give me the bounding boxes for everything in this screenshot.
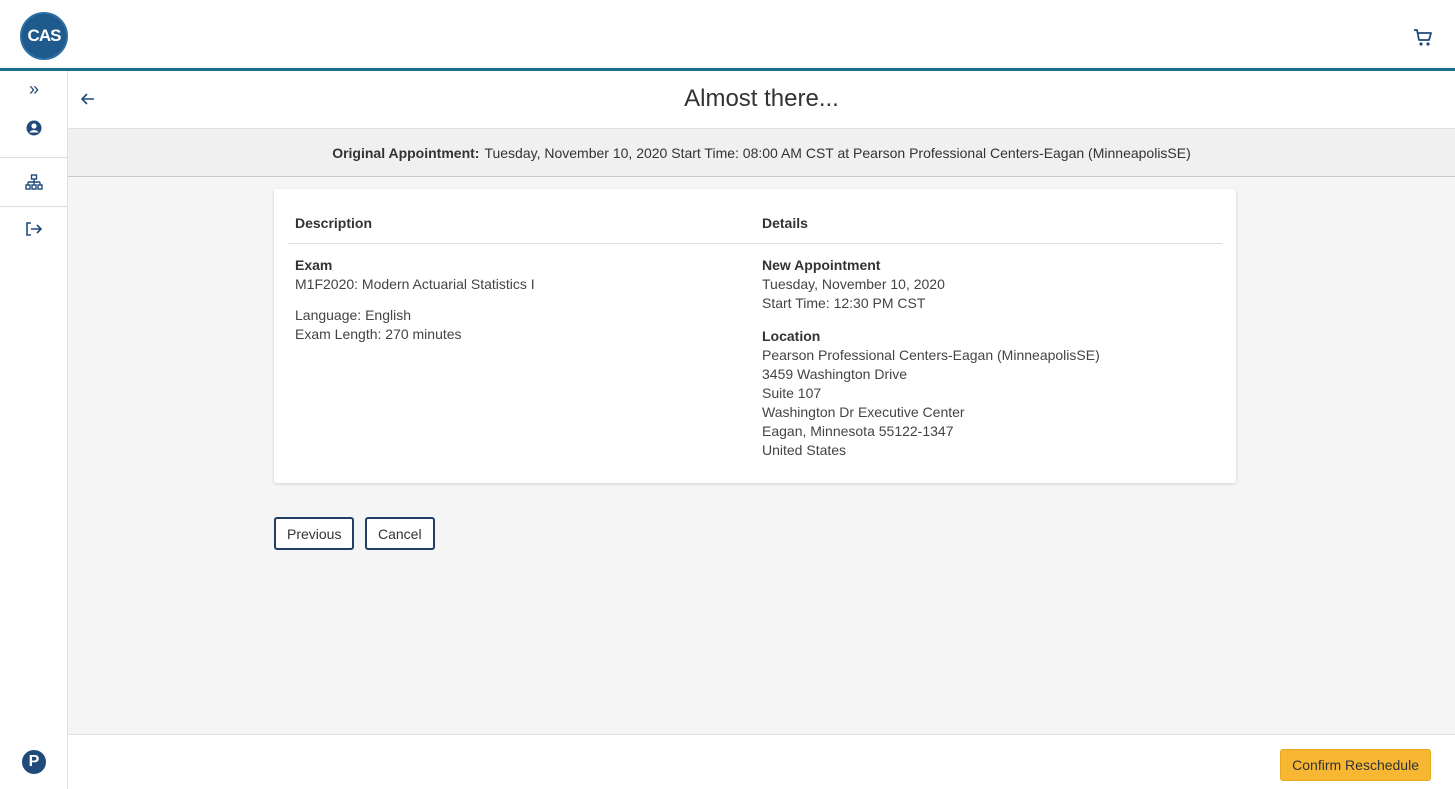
- location-line: Washington Dr Executive Center: [762, 404, 965, 420]
- previous-button[interactable]: Previous: [274, 517, 355, 550]
- nav-divider: [0, 206, 68, 207]
- location-line: Pearson Professional Centers-Eagan (Minn…: [762, 347, 1100, 363]
- expand-glyph: »: [28, 78, 39, 99]
- new-appointment-start-time: Start Time: 12:30 PM CST: [762, 295, 926, 311]
- new-appointment-label: New Appointment: [762, 257, 881, 273]
- page-header: Almost there...: [68, 71, 1455, 129]
- location-line: Suite 107: [762, 385, 822, 401]
- logo-text: CAS: [27, 26, 62, 45]
- user-icon[interactable]: [0, 118, 68, 138]
- location-line: United States: [762, 442, 847, 458]
- footer-bar: Confirm Reschedule: [68, 734, 1455, 789]
- nav-divider: [0, 157, 68, 158]
- side-nav: »: [0, 71, 68, 789]
- main-content: Almost there... Original Appointment: Tu…: [68, 71, 1455, 789]
- pearson-logo-glyph: P: [28, 753, 40, 770]
- cas-logo[interactable]: CAS: [20, 12, 68, 60]
- page-title: Almost there...: [684, 85, 839, 112]
- location-label: Location: [762, 328, 821, 344]
- top-bar: CAS: [0, 0, 1455, 71]
- expand-icon[interactable]: »: [0, 79, 68, 99]
- confirm-reschedule-button[interactable]: Confirm Reschedule: [1280, 749, 1431, 781]
- exam-info: Exam M1F2020: Modern Actuarial Statistic…: [295, 256, 535, 344]
- exam-label: Exam: [295, 257, 333, 273]
- exam-length: Exam Length: 270 minutes: [295, 326, 462, 342]
- original-appointment-text: Tuesday, November 10, 2020 Start Time: 0…: [484, 144, 1191, 161]
- cancel-button[interactable]: Cancel: [365, 517, 435, 550]
- exam-language: Language: English: [295, 307, 411, 323]
- exam-name: M1F2020: Modern Actuarial Statistics I: [295, 276, 535, 292]
- appointment-summary-card: Description Details Exam M1F2020: Modern…: [274, 189, 1236, 483]
- sign-out-icon[interactable]: [0, 219, 68, 239]
- location-line: Eagan, Minnesota 55122-1347: [762, 423, 954, 439]
- original-appointment-label: Original Appointment:: [332, 144, 480, 161]
- sitemap-icon[interactable]: [0, 172, 68, 194]
- location-line: 3459 Washington Drive: [762, 366, 908, 382]
- appointment-details: New Appointment Tuesday, November 10, 20…: [762, 256, 1100, 460]
- new-appointment-date: Tuesday, November 10, 2020: [762, 276, 945, 292]
- description-header: Description: [295, 215, 373, 231]
- original-appointment-banner: Original Appointment: Tuesday, November …: [68, 129, 1455, 177]
- details-header: Details: [762, 215, 808, 231]
- pearson-logo-icon[interactable]: P: [22, 750, 46, 774]
- cart-icon[interactable]: [1413, 28, 1433, 48]
- table-header-row: Description Details: [288, 189, 1222, 244]
